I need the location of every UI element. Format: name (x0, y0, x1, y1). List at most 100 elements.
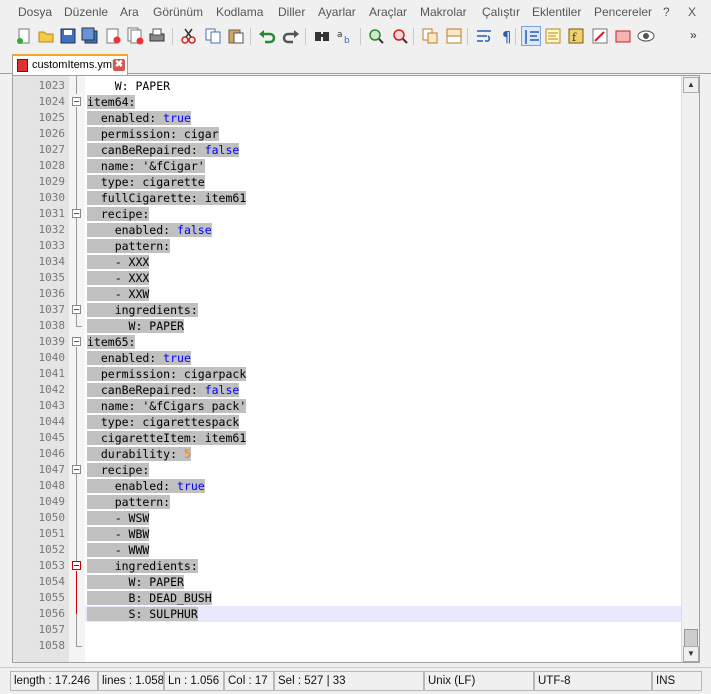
code-line[interactable]: - WSW (85, 510, 681, 526)
selected-text: enabled: true (87, 351, 191, 365)
menu-item-ara-lar[interactable]: Araçlar (369, 5, 407, 19)
code-line[interactable]: name: '&fCigars pack' (85, 398, 681, 414)
code-line[interactable]: canBeRepaired: false (85, 382, 681, 398)
code-line[interactable]: type: cigarette (85, 174, 681, 190)
code-line[interactable]: W: PAPER (85, 78, 681, 94)
svg-text:b: b (344, 36, 350, 46)
monitor-button[interactable] (636, 26, 656, 46)
code-line[interactable]: enabled: true (85, 350, 681, 366)
code-line[interactable]: permission: cigarpack (85, 366, 681, 382)
redo-button[interactable] (281, 26, 301, 46)
menu-item-kodlama[interactable]: Kodlama (216, 5, 263, 19)
fold-box-icon[interactable] (72, 561, 81, 570)
code-line[interactable]: - WWW (85, 542, 681, 558)
paste-button[interactable] (226, 26, 246, 46)
toolbar-overflow-icon[interactable]: » (690, 28, 697, 42)
toolbar-separator (467, 28, 468, 45)
code-line[interactable]: name: '&fCigar' (85, 158, 681, 174)
code-line[interactable]: item64: (85, 94, 681, 110)
menu-item-d-zenle[interactable]: Düzenle (64, 5, 108, 19)
code-line[interactable]: recipe: (85, 462, 681, 478)
zoom-in-button[interactable] (366, 26, 386, 46)
indent-guide-button[interactable] (521, 26, 541, 46)
zoom-out-button[interactable] (390, 26, 410, 46)
code-line[interactable]: enabled: true (85, 110, 681, 126)
status-encoding[interactable]: UTF-8 (534, 671, 652, 691)
code-line[interactable]: - XXX (85, 270, 681, 286)
tab-customitems[interactable]: customItems.yml ✖ (12, 54, 128, 75)
menu-item-g-r-n-m[interactable]: Görünüm (153, 5, 203, 19)
code-line[interactable]: item65: (85, 334, 681, 350)
menu-item-makrolar[interactable]: Makrolar (420, 5, 467, 19)
code-line[interactable]: ingredients: (85, 558, 681, 574)
find-button[interactable] (312, 26, 332, 46)
fold-box-icon[interactable] (72, 337, 81, 346)
close-all-button[interactable] (125, 26, 145, 46)
code-line[interactable]: B: DEAD_BUSH (85, 590, 681, 606)
code-area[interactable]: W: PAPER item64: enabled: true permission… (85, 76, 681, 662)
save-all-button[interactable] (80, 26, 100, 46)
cut-button[interactable] (179, 26, 199, 46)
code-line[interactable]: fullCigarette: item61 (85, 190, 681, 206)
code-line[interactable]: ingredients: (85, 302, 681, 318)
code-line[interactable] (85, 638, 681, 654)
code-line[interactable]: enabled: true (85, 478, 681, 494)
scroll-down-icon[interactable]: ▼ (683, 646, 699, 662)
copy-button[interactable] (203, 26, 223, 46)
code-line[interactable]: - XXX (85, 254, 681, 270)
menu-item-dosya[interactable]: Dosya (18, 5, 52, 19)
fold-box-icon[interactable] (72, 209, 81, 218)
code-line[interactable]: cigaretteItem: item61 (85, 430, 681, 446)
word-wrap-button[interactable] (474, 26, 494, 46)
macro-record-button[interactable] (590, 26, 610, 46)
save-icon (60, 28, 76, 44)
code-line[interactable]: enabled: false (85, 222, 681, 238)
status-eol[interactable]: Unix (LF) (424, 671, 534, 691)
new-file-button[interactable] (14, 26, 34, 46)
undo-button[interactable] (257, 26, 277, 46)
code-line[interactable] (85, 622, 681, 638)
code-line[interactable]: pattern: (85, 238, 681, 254)
code-line[interactable]: type: cigarettespack (85, 414, 681, 430)
code-line[interactable]: pattern: (85, 494, 681, 510)
menu-item-pencereler[interactable]: Pencereler (594, 5, 652, 19)
sync-v-button[interactable] (420, 26, 440, 46)
menu-item-al-t-r[interactable]: Çalıştır (482, 5, 520, 19)
code-line[interactable]: - XXW (85, 286, 681, 302)
code-editor[interactable]: 1023 1024 1025 1026 1027 1028 1029 1030 1031 1032… (12, 75, 700, 663)
code-text: cigaretteItem: item61 (87, 430, 247, 446)
scrollbar-thumb[interactable] (684, 629, 698, 647)
code-line[interactable]: - WBW (85, 526, 681, 542)
fold-box-icon[interactable] (72, 465, 81, 474)
menu-item-eklentiler[interactable]: Eklentiler (532, 5, 581, 19)
fold-box-icon[interactable] (72, 97, 81, 106)
code-text: enabled: false (87, 222, 212, 238)
print-button[interactable] (147, 26, 167, 46)
code-line[interactable]: S: SULPHUR (85, 606, 681, 622)
close-button[interactable] (103, 26, 123, 46)
replace-button[interactable]: ab (335, 26, 355, 46)
macro-stop-button[interactable] (613, 26, 633, 46)
close-tab-icon[interactable]: ✖ (113, 59, 125, 71)
scroll-up-icon[interactable]: ▲ (683, 77, 699, 93)
menu-item-ara[interactable]: Ara (120, 5, 139, 19)
code-line[interactable]: W: PAPER (85, 318, 681, 334)
open-file-button[interactable] (36, 26, 56, 46)
code-line[interactable]: canBeRepaired: false (85, 142, 681, 158)
code-line[interactable]: W: PAPER (85, 574, 681, 590)
menu-item-[interactable]: ? (663, 5, 670, 19)
fold-box-icon[interactable] (72, 305, 81, 314)
code-line[interactable]: durability: 5 (85, 446, 681, 462)
menu-item-x[interactable]: X (688, 5, 696, 19)
vertical-scrollbar[interactable]: ▲ ▼ (681, 76, 699, 662)
show-all-chars-button[interactable]: ¶ (497, 26, 517, 46)
doc-map-button[interactable] (543, 26, 563, 46)
menu-item-ayarlar[interactable]: Ayarlar (318, 5, 356, 19)
code-line[interactable]: recipe: (85, 206, 681, 222)
menu-item-diller[interactable]: Diller (278, 5, 305, 19)
status-mode[interactable]: INS (652, 671, 702, 691)
function-list-button[interactable]: f (566, 26, 586, 46)
sync-h-button[interactable] (444, 26, 464, 46)
save-button[interactable] (58, 26, 78, 46)
code-line[interactable]: permission: cigar (85, 126, 681, 142)
